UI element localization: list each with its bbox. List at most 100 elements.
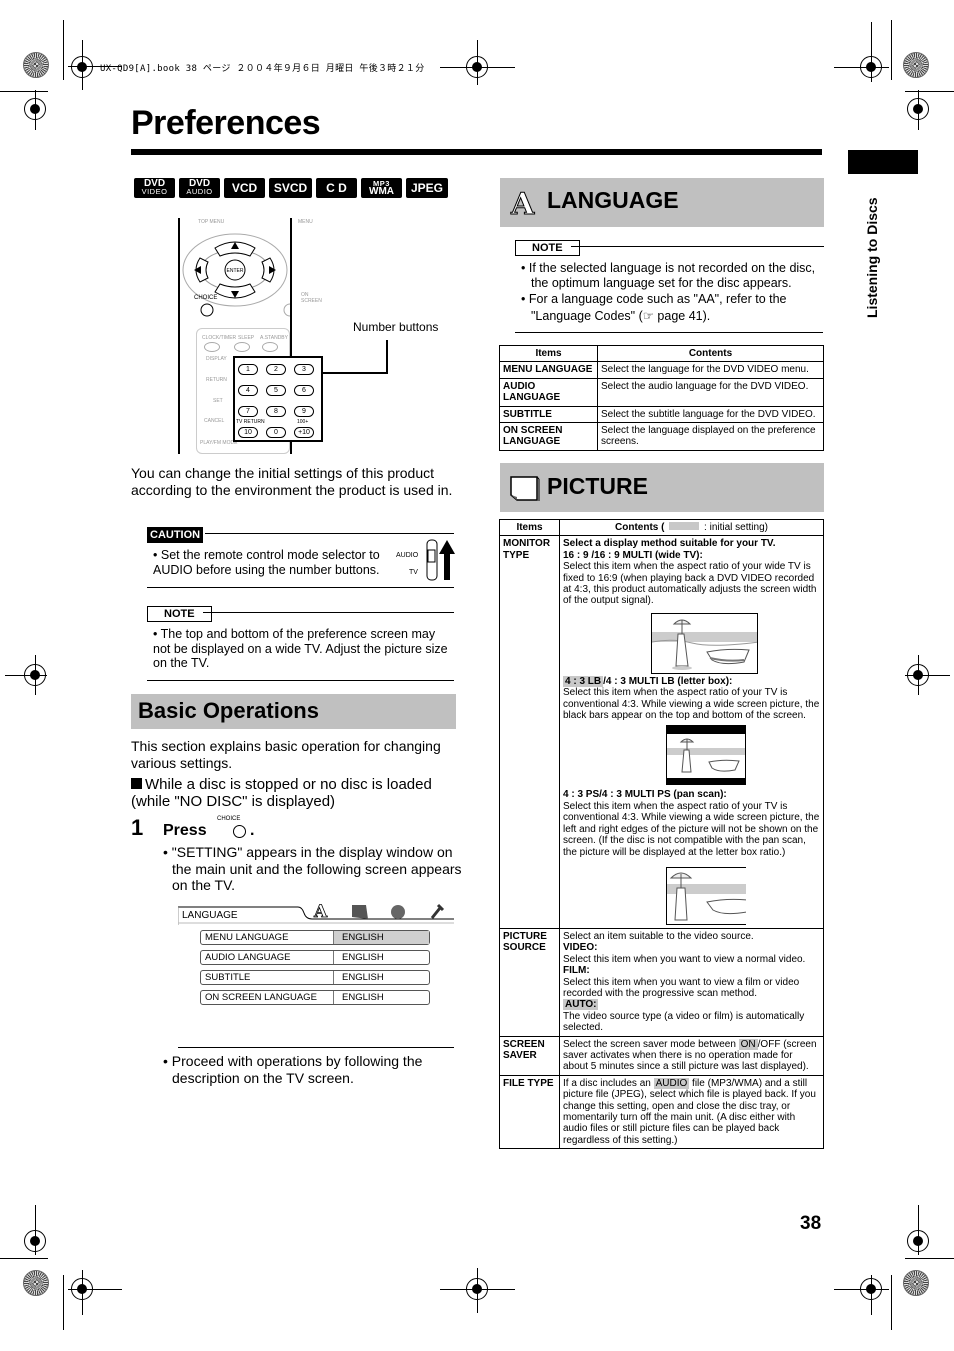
letterbox-tv-picture <box>666 725 746 786</box>
basic-operations-header: Basic Operations <box>131 694 456 729</box>
note-tag: NOTE <box>147 606 212 622</box>
table-row-monitor-type: MONITOR TYPE Select a display method sui… <box>499 535 824 929</box>
screen-row-value: ENGLISH <box>334 931 429 944</box>
table-cell-contents: Select the subtitle language for the DVD… <box>597 405 824 424</box>
table-header-row: Items Contents ( : initial setting) <box>499 518 824 537</box>
option-title: 4 : 3 PS/4 : 3 MULTI PS (pan scan): <box>563 789 727 801</box>
crop-line <box>905 675 950 676</box>
crop-line <box>477 1268 478 1313</box>
illustration-letterbox <box>563 721 820 789</box>
badge-vcd: VCD <box>224 178 265 198</box>
remote-label: CLOCK/TIMER <box>202 335 237 341</box>
setting-screen-illustration: LANGUAGE A MENU LANGUAGE ENGLISH AUDIO LA… <box>178 902 454 1048</box>
table-cell-contents: Select the audio language for the DVD VI… <box>597 377 824 407</box>
language-note-label: NOTE <box>515 238 580 256</box>
illustration-pan-scan <box>563 858 820 926</box>
dpad-icon: ENTER <box>182 233 290 317</box>
language-note-item: If the selected language is not recorded… <box>528 261 816 290</box>
crop-line <box>834 1289 889 1290</box>
option-intro: Select an item suitable to the video sou… <box>563 930 754 942</box>
crop-line <box>918 1205 919 1255</box>
crop-line <box>63 20 64 80</box>
option-title: FILM: <box>563 965 590 977</box>
number-button: +10 <box>294 427 314 438</box>
page-number: 38 <box>800 1213 822 1234</box>
number-button: 8 <box>266 406 286 417</box>
option-text: If a disc includes an <box>563 1077 654 1089</box>
initial-setting-swatch <box>669 522 700 530</box>
mode-selector-arrow-icon <box>426 539 455 581</box>
monitor-type-intro: Select a display method suitable for you… <box>563 538 776 550</box>
table-row: AUDIO LANGUAGE Select the audio language … <box>499 377 824 407</box>
svg-text:ENTER: ENTER <box>227 268 244 274</box>
remote-label: DISPLAY <box>206 356 227 362</box>
table-row-screen-saver: SCREEN SAVER Select the screen saver mod… <box>499 1035 824 1076</box>
initial-setting-highlight: ON <box>738 1038 758 1050</box>
remote-label-choice: CHOICE <box>194 295 218 301</box>
crop-line <box>918 90 919 130</box>
caution-bottom-rule <box>147 587 454 588</box>
option-text: The video source type (a video or film) … <box>563 1010 805 1034</box>
number-buttons-callout: Number buttons <box>353 320 439 334</box>
color-target-icon <box>903 1270 929 1296</box>
screen-row-label: SUBTITLE <box>201 971 334 984</box>
table-cell-contents: Select the language displayed on the pre… <box>597 422 824 451</box>
selector-audio-label: AUDIO <box>396 552 419 559</box>
number-buttons-highlight: 1 2 3 4 5 6 7 8 9 TV RETURN 100+ 10 0 +1… <box>233 356 323 442</box>
remote-label: SET <box>213 398 223 404</box>
number-button: 2 <box>266 364 286 375</box>
title-rule <box>131 149 822 155</box>
option-text: Select this item when the aspect ratio o… <box>563 800 820 858</box>
table-cell-contents: Select an item suitable to the video sou… <box>559 927 824 1037</box>
number-button: 6 <box>294 385 314 396</box>
crop-line <box>0 91 48 92</box>
crop-line <box>477 40 478 85</box>
beach-scene-illustration <box>652 619 757 670</box>
note-tag: NOTE <box>515 240 580 256</box>
table-row: MENU LANGUAGE Select the language for the… <box>499 361 824 379</box>
note-rule <box>571 246 824 247</box>
callout-line <box>323 372 388 374</box>
table-cell-item: PICTURE SOURCE <box>499 927 560 1037</box>
beach-scene-illustration <box>667 734 745 779</box>
screen-row-value: ENGLISH <box>342 972 384 983</box>
note-bullet: The top and bottom of the preference scr… <box>153 627 448 670</box>
svg-text:A: A <box>510 187 535 219</box>
choice-button-icon <box>233 825 246 838</box>
initial-setting-highlight: AUTO: <box>563 999 599 1011</box>
screen-category-icons: A <box>313 902 445 920</box>
remote-label: A.STANDBY <box>260 335 288 341</box>
square-bullet-icon <box>131 778 142 789</box>
section-title: Basic Operations <box>138 698 319 723</box>
note-bottom-rule <box>515 332 823 333</box>
crop-line <box>82 40 83 90</box>
table-cell-contents: Select a display method suitable for you… <box>559 535 824 929</box>
language-table: Items Contents MENU LANGUAGE Select the l… <box>499 344 824 451</box>
crop-line <box>35 90 36 130</box>
picture-icon <box>510 476 540 501</box>
remote-label: MENU <box>298 219 313 225</box>
badge-dvd-audio: DVD AUDIO <box>179 178 220 198</box>
remote-label: ON SCREEN <box>301 292 322 304</box>
option-text: Select this item when you want to view a… <box>563 953 806 965</box>
crop-line <box>440 67 515 68</box>
number-button: 3 <box>294 364 314 375</box>
table-cell-item: FILE TYPE <box>499 1074 560 1150</box>
number-button: 1 <box>238 364 258 375</box>
color-target-icon <box>23 1270 49 1296</box>
basic-operations-intro: This section explains basic operation fo… <box>131 738 441 771</box>
option-title-rest: /4 : 3 MULTI LB (letter box): <box>603 675 733 687</box>
screen-row: MENU LANGUAGE ENGLISH <box>200 930 430 945</box>
caution-text: • Set the remote control mode selector t… <box>153 548 380 577</box>
table-cell-item: SCREEN SAVER <box>499 1035 560 1076</box>
caution-tag: CAUTION <box>147 527 204 543</box>
caution-bullet: Set the remote control mode selector to … <box>153 548 380 577</box>
caution-label: CAUTION <box>147 525 204 543</box>
remote-label: PLAY/FM MODE <box>200 440 238 446</box>
disc-type-badges: DVD VIDEO DVD AUDIO VCD SVCD C D MP3 WMA JP… <box>134 178 448 198</box>
number-button: 0 <box>266 427 286 438</box>
picture-table: Items Contents ( : initial setting) MONI… <box>499 518 824 1150</box>
option-title: 4 : 3 LB/4 : 3 MULTI LB (letter box): <box>563 675 820 687</box>
pan-scan-tv-picture <box>666 866 746 925</box>
table-row: ON SCREEN LANGUAGE Select the language di… <box>499 422 824 451</box>
